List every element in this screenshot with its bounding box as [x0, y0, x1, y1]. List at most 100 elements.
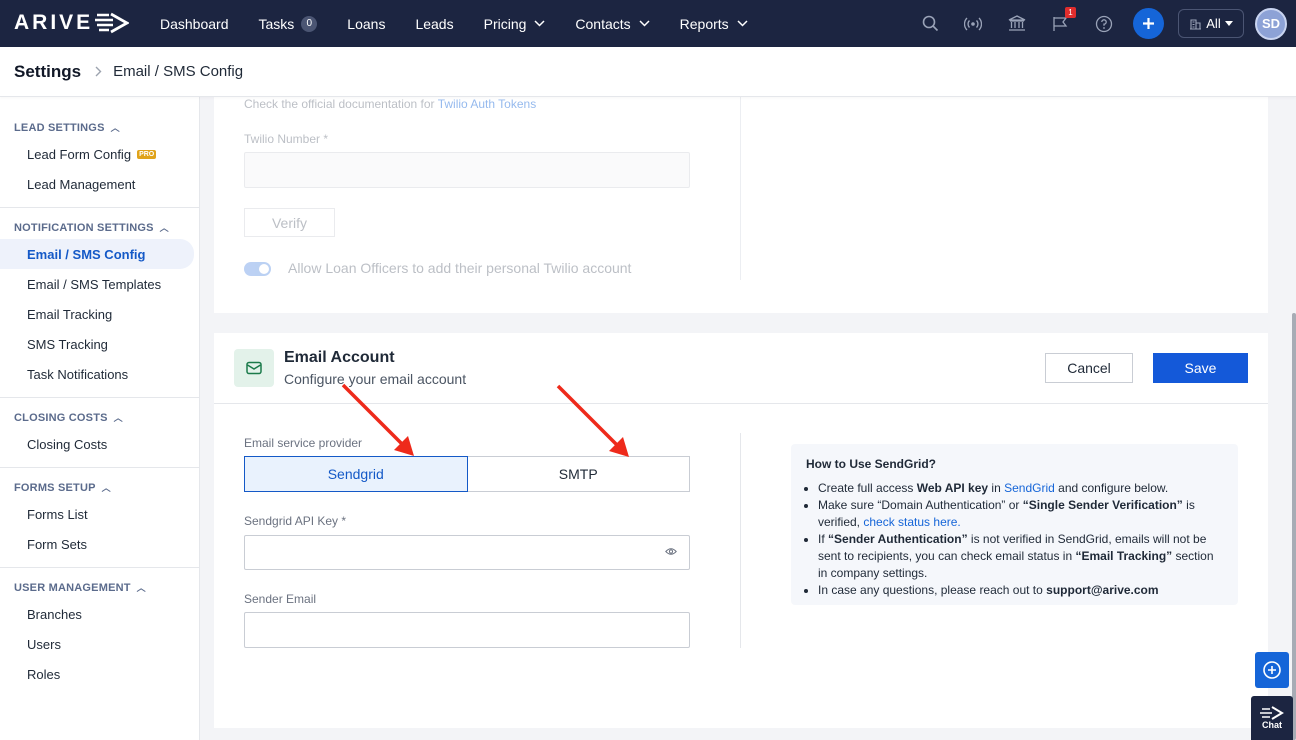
arive-logo[interactable]: ARIVE [14, 10, 130, 36]
sidebar-item-email-tracking[interactable]: Email Tracking [0, 299, 194, 329]
sidebar-item-lead-management[interactable]: Lead Management [0, 169, 194, 199]
email-provider-toggle: Sendgrid SMTP [244, 456, 690, 492]
help-icon[interactable] [1094, 14, 1114, 34]
sidebar-group-title[interactable]: LEAD SETTINGS ︿ [0, 121, 199, 134]
nav-leads[interactable]: Leads [400, 0, 468, 47]
sidebar-item-task-notifications[interactable]: Task Notifications [0, 359, 194, 389]
sidebar-group-title[interactable]: NOTIFICATION SETTINGS ︿ [0, 221, 199, 234]
plus-circle-icon [1263, 661, 1281, 679]
sendgrid-link[interactable]: SendGrid [1004, 481, 1055, 495]
nav-reports[interactable]: Reports [665, 0, 763, 47]
sendgrid-help-box: How to Use SendGrid? Create full access … [791, 444, 1238, 605]
scope-select[interactable]: All [1178, 9, 1244, 38]
sidebar-group-closing-costs: CLOSING COSTS ︿ Closing Costs [0, 398, 199, 468]
floating-add-button[interactable] [1255, 652, 1289, 688]
chevron-up-icon: ︿ [136, 583, 146, 593]
help-title: How to Use SendGrid? [806, 457, 937, 471]
settings-sidebar: LEAD SETTINGS ︿ Lead Form Config PRO Lead … [0, 97, 200, 740]
nav-contacts[interactable]: Contacts [560, 0, 664, 47]
sidebar-item-lead-form-config[interactable]: Lead Form Config PRO [0, 139, 194, 169]
nav-loans[interactable]: Loans [332, 0, 400, 47]
twilio-sms-card: Check the official documentation for Twi… [214, 97, 1268, 313]
nav-label: Tasks [258, 15, 295, 32]
eye-icon[interactable] [665, 547, 677, 556]
sidebar-item-closing-costs[interactable]: Closing Costs [0, 429, 194, 459]
column-divider [740, 433, 741, 648]
page-header: Settings Email / SMS Config [0, 47, 1296, 97]
sidebar-item-label: Branches [27, 606, 82, 622]
allow-personal-twilio-toggle[interactable] [244, 262, 271, 276]
plus-icon [1143, 18, 1154, 29]
email-service-provider-label: Email service provider [244, 436, 363, 450]
help-item: In case any questions, please reach out … [818, 582, 1223, 599]
building-icon [1190, 18, 1202, 30]
check-status-link[interactable]: check status here. [863, 515, 960, 529]
sidebar-group-notification-settings: NOTIFICATION SETTINGS ︿ Email / SMS Confi… [0, 208, 199, 398]
nav-label: Reports [679, 15, 729, 32]
cancel-button[interactable]: Cancel [1045, 353, 1133, 383]
twilio-doc-line: Check the official documentation for Twi… [244, 97, 536, 111]
chat-button[interactable]: Chat [1251, 696, 1293, 740]
provider-option-smtp[interactable]: SMTP [467, 456, 690, 492]
sidebar-item-label: Email Tracking [27, 306, 113, 322]
sidebar-item-label: Form Sets [27, 536, 87, 552]
sidebar-group-title[interactable]: FORMS SETUP ︿ [0, 481, 199, 494]
flag-notification-icon[interactable]: 1 [1051, 6, 1076, 34]
save-button[interactable]: Save [1153, 353, 1248, 383]
caret-down-icon [1224, 21, 1233, 26]
nav-tasks[interactable]: Tasks 0 [244, 0, 333, 47]
chevron-up-icon: ︿ [159, 223, 169, 233]
twilio-auth-tokens-link[interactable]: Twilio Auth Tokens [438, 97, 537, 111]
sidebar-item-sms-tracking[interactable]: SMS Tracking [0, 329, 194, 359]
nav-label: Dashboard [160, 15, 229, 32]
twilio-number-input[interactable] [244, 152, 690, 188]
sidebar-group-title[interactable]: USER MANAGEMENT ︿ [0, 581, 199, 594]
sidebar-group-title[interactable]: CLOSING COSTS ︿ [0, 411, 199, 424]
chevron-up-icon: ︿ [113, 413, 123, 423]
column-divider [740, 97, 741, 280]
top-navbar: ARIVE Dashboard Tasks 0 Loans Leads Prici… [0, 0, 1296, 47]
sidebar-item-users[interactable]: Users [0, 629, 194, 659]
logo-arrow-icon [95, 12, 130, 34]
twilio-number-label: Twilio Number * [244, 132, 329, 146]
help-item: Create full access Web API key in SendGr… [818, 480, 1223, 497]
sender-email-input[interactable] [244, 612, 690, 648]
tasks-count-badge: 0 [301, 15, 318, 32]
email-account-title: Email Account [284, 349, 395, 366]
sidebar-item-email-sms-templates[interactable]: Email / SMS Templates [0, 269, 194, 299]
provider-option-sendgrid[interactable]: Sendgrid [244, 456, 468, 492]
sidebar-item-roles[interactable]: Roles [0, 659, 194, 689]
sidebar-item-label: Closing Costs [27, 436, 108, 452]
support-email: support@arive.com [1046, 583, 1159, 597]
email-account-card: Email Account Configure your email accou… [214, 333, 1268, 728]
sidebar-item-form-sets[interactable]: Form Sets [0, 529, 194, 559]
nav-label: Loans [347, 15, 386, 32]
nav-label: Pricing [483, 15, 527, 32]
broadcast-icon[interactable] [963, 14, 983, 34]
sendgrid-api-key-label: Sendgrid API Key * [244, 514, 347, 528]
doc-prefix-text: Check the official documentation for [244, 97, 435, 111]
chevron-down-icon [639, 20, 650, 27]
sidebar-item-forms-list[interactable]: Forms List [0, 499, 194, 529]
sidebar-item-label: Users [27, 636, 61, 652]
nav-dashboard[interactable]: Dashboard [145, 0, 244, 47]
bank-icon[interactable] [1007, 14, 1027, 34]
search-icon[interactable] [920, 14, 940, 34]
page-scrollbar[interactable] [1292, 313, 1296, 740]
create-new-button[interactable] [1133, 8, 1164, 39]
verify-button[interactable]: Verify [244, 208, 335, 237]
nav-pricing[interactable]: Pricing [469, 0, 561, 47]
help-item: If “Sender Authentication” is not verifi… [818, 531, 1223, 582]
user-avatar[interactable]: SD [1255, 7, 1287, 40]
chevron-up-icon: ︿ [101, 483, 111, 493]
sidebar-item-email-sms-config[interactable]: Email / SMS Config [0, 239, 194, 269]
page-title[interactable]: Settings [14, 62, 81, 82]
sidebar-item-label: Email / SMS Templates [27, 276, 162, 292]
sidebar-item-label: Forms List [27, 506, 88, 522]
help-list: Create full access Web API key in SendGr… [806, 480, 1223, 599]
breadcrumb: Email / SMS Config [113, 63, 244, 80]
sendgrid-api-key-input[interactable] [244, 535, 690, 570]
nav-label: Leads [415, 15, 454, 32]
sidebar-item-label: Lead Form Config [27, 146, 132, 162]
sidebar-item-branches[interactable]: Branches [0, 599, 194, 629]
